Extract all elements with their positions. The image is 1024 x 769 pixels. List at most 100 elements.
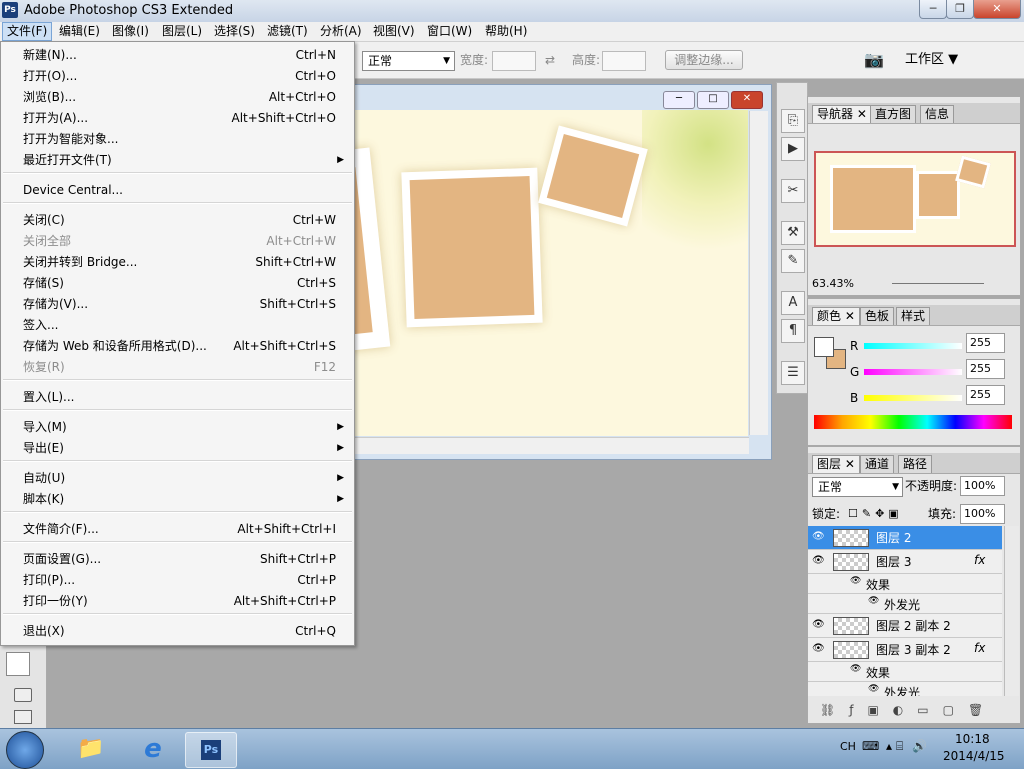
navigator-preview[interactable] [814,151,1016,247]
screen-mode-icon[interactable] [14,710,32,724]
brushes-icon[interactable]: ✎ [781,249,805,273]
maximize-button[interactable]: ❐ [946,0,974,19]
ie-taskbar-icon[interactable]: e [128,732,178,766]
visibility-eye-icon[interactable]: 👁 [812,619,825,630]
layer-row[interactable]: 👁 图层 2 [808,526,1002,550]
document-canvas[interactable] [352,110,748,436]
layer-row[interactable]: 👁 图层 3 副本 2 fx [808,638,1002,662]
b-value[interactable]: 255 [966,385,1005,405]
fx-icon[interactable]: fx [974,553,985,567]
effect-eye-icon[interactable]: 👁 [868,596,879,606]
tab-channels[interactable]: 通道 [860,455,895,473]
tab-styles[interactable]: 样式 [896,307,931,325]
file-menu-item[interactable]: 存储为(V)... Shift+Ctrl+S [1,294,354,315]
menu-select[interactable]: 选择(S) [210,23,259,40]
actions-icon[interactable]: ▶ [781,137,805,161]
menu-image[interactable]: 图像(I) [108,23,153,40]
visibility-eye-icon[interactable]: 👁 [812,643,825,654]
file-menu-item[interactable]: 浏览(B)... Alt+Ctrl+O [1,87,354,108]
menu-file[interactable]: 文件(F) [2,22,53,41]
g-value[interactable]: 255 [966,359,1005,379]
close-button[interactable]: ✕ [973,0,1021,19]
file-menu-item[interactable]: 页面设置(G)... Shift+Ctrl+P [1,549,354,570]
vertical-scrollbar[interactable] [749,111,768,435]
menu-layer[interactable]: 图层(L) [158,23,206,40]
visibility-eye-icon[interactable]: 👁 [812,555,825,566]
horizontal-scrollbar[interactable] [353,437,749,454]
file-menu-item[interactable]: 存储为 Web 和设备所用格式(D)... Alt+Shift+Ctrl+S [1,336,354,357]
workspace-menu[interactable]: 工作区 ▼ [905,51,958,69]
file-menu-item[interactable]: 文件简介(F)... Alt+Shift+Ctrl+I [1,519,354,540]
explorer-taskbar-icon[interactable]: 📁 [66,732,116,766]
menu-help[interactable]: 帮助(H) [481,23,531,40]
layer-row[interactable]: 👁 图层 2 副本 2 [808,614,1002,638]
file-menu-item[interactable]: Device Central... [1,180,354,201]
layer-effect-row[interactable]: 👁 外发光 [808,594,1002,614]
lock-icons[interactable]: ☐✎✥▣ [848,505,903,523]
file-menu-item[interactable]: 恢复(R) F12 [1,357,354,378]
tab-layers[interactable]: 图层 ✕ [812,455,860,473]
zoom-slider[interactable] [892,283,984,284]
blend-mode-select[interactable]: 正常 ▼ [812,477,903,497]
file-menu-item[interactable]: 关闭全部 Alt+Ctrl+W [1,231,354,252]
tab-paths[interactable]: 路径 [898,455,933,473]
fill-input[interactable]: 100% [960,504,1005,524]
layer-comps-icon[interactable]: ☰ [781,361,805,385]
doc-maximize-button[interactable]: □ [697,91,729,109]
effect-eye-icon[interactable]: 👁 [850,664,861,674]
refine-edge-button[interactable]: 调整边缘... [665,50,743,70]
tab-navigator[interactable]: 导航器 ✕ [812,105,872,123]
file-menu-item[interactable]: 新建(N)... Ctrl+N [1,45,354,66]
tools-icon[interactable]: ✂ [781,179,805,203]
height-input[interactable] [602,51,646,71]
photoshop-taskbar-button[interactable]: Ps [185,732,237,768]
clock-date[interactable]: 2014/4/15 [943,749,1005,763]
layer-effects-row[interactable]: 👁 效果 [808,574,1002,594]
b-slider[interactable] [864,395,962,401]
r-slider[interactable] [864,343,962,349]
network-icon[interactable]: ⌸ [896,739,903,754]
file-menu-item[interactable]: 置入(L)... [1,387,354,408]
width-input[interactable] [492,51,536,71]
visibility-eye-icon[interactable]: 👁 [812,531,825,542]
file-menu-item[interactable]: 打印一份(Y) Alt+Shift+Ctrl+P [1,591,354,612]
foreground-color-swatch[interactable] [6,652,30,676]
bridge-icon[interactable]: 📷 [864,50,884,69]
layers-scrollbar[interactable] [1004,526,1019,696]
effect-eye-icon[interactable]: 👁 [850,576,861,586]
file-menu-item[interactable]: 打开(O)... Ctrl+O [1,66,354,87]
menu-window[interactable]: 窗口(W) [423,23,476,40]
file-menu-item[interactable]: 存储(S) Ctrl+S [1,273,354,294]
quick-mask-icon[interactable] [14,688,32,702]
layer-effect-row[interactable]: 👁 外发光 [808,682,1002,696]
swap-icon[interactable]: ⇄ [545,51,555,69]
layers-footer-icons[interactable]: ⛓ƒ▣◐▭▢🗑 [808,700,1024,720]
tab-swatches[interactable]: 色板 [860,307,895,325]
navigator-zoom[interactable]: 63.43% [812,277,854,290]
layer-row[interactable]: 👁 图层 3 fx [808,550,1002,574]
file-menu-item[interactable]: 关闭(C) Ctrl+W [1,210,354,231]
character-icon[interactable]: A [781,291,805,315]
effect-eye-icon[interactable]: 👁 [868,684,879,694]
file-menu-item[interactable]: 打开为(A)... Alt+Shift+Ctrl+O [1,108,354,129]
clock-time[interactable]: 10:18 [955,732,990,746]
fx-icon[interactable]: fx [974,641,985,655]
file-menu-item[interactable]: 导入(M) ▶ [1,417,354,438]
ime-indicator[interactable]: CH [840,740,856,753]
file-menu-item[interactable]: 打印(P)... Ctrl+P [1,570,354,591]
start-button[interactable] [6,731,44,769]
tab-histogram[interactable]: 直方图 [870,105,917,123]
color-foreground-swatch[interactable] [814,337,834,357]
tray-arrow-icon[interactable]: ▴ [886,739,892,753]
doc-minimize-button[interactable]: ─ [663,91,695,109]
keyboard-icon[interactable]: ⌨ [862,739,879,753]
tab-info[interactable]: 信息 [920,105,955,123]
file-menu-item[interactable]: 脚本(K) ▶ [1,489,354,510]
layer-effects-row[interactable]: 👁 效果 [808,662,1002,682]
menu-analysis[interactable]: 分析(A) [316,23,366,40]
history-icon[interactable]: ⎘ [781,109,805,133]
file-menu-item[interactable]: 导出(E) ▶ [1,438,354,459]
style-select[interactable]: 正常 ▼ [362,51,455,71]
file-menu-item[interactable]: 最近打开文件(T) ▶ [1,150,354,171]
file-menu-item[interactable]: 退出(X) Ctrl+Q [1,621,354,642]
